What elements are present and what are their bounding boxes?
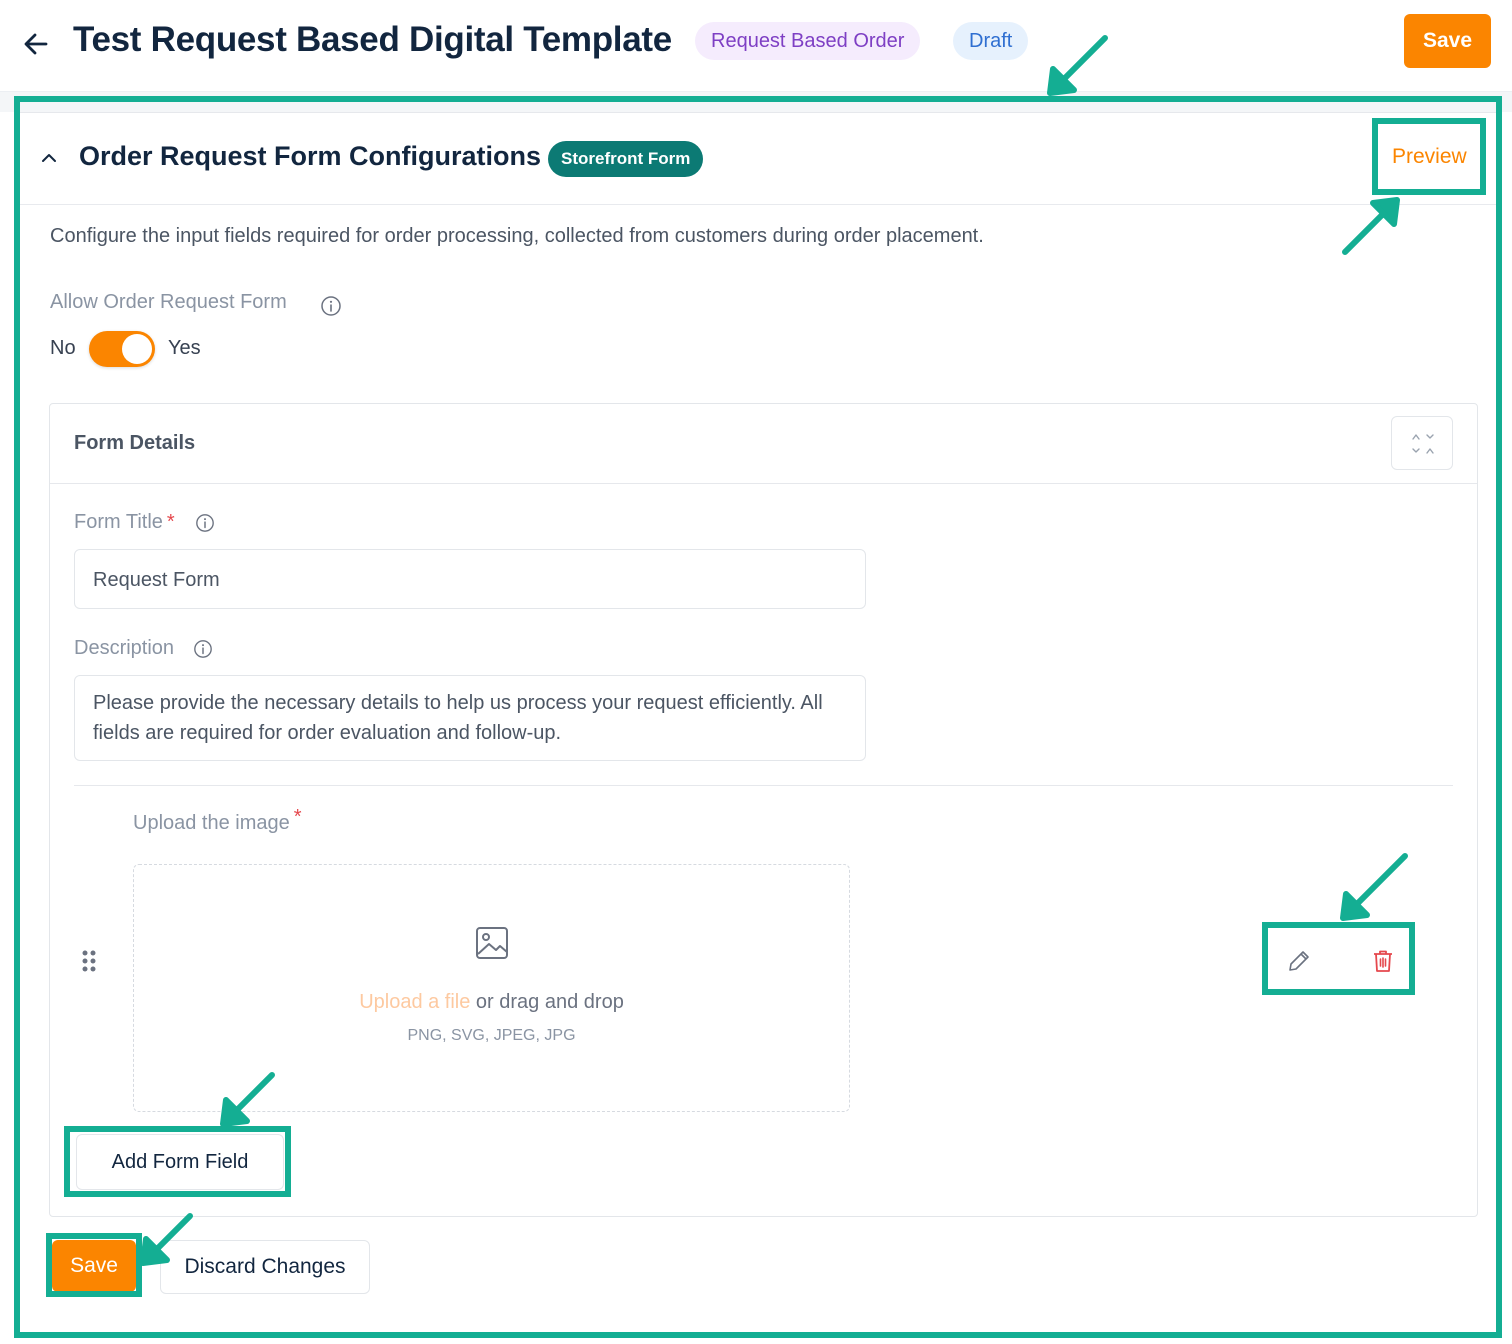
status-badge: Draft [953, 22, 1029, 60]
form-title-label-text: Form Title [74, 511, 163, 533]
preview-link[interactable]: Preview [1392, 145, 1467, 169]
drag-drop-text: or drag and drop [470, 991, 624, 1013]
expand-button[interactable] [1391, 416, 1453, 470]
upload-file-link[interactable]: Upload a file [359, 991, 470, 1013]
upload-field-label-text: Upload the image [133, 812, 290, 834]
save-button[interactable]: Save [52, 1240, 136, 1292]
description-textarea[interactable]: Please provide the necessary details to … [74, 675, 866, 761]
page-title: Test Request Based Digital Template [73, 20, 672, 59]
drag-handle-icon[interactable] [80, 949, 98, 977]
allowed-file-types: PNG, SVG, JPEG, JPG [407, 1027, 576, 1044]
toggle-on-label: Yes [168, 337, 201, 359]
allow-order-request-label: Allow Order Request Form [50, 291, 287, 314]
required-marker: * [293, 806, 302, 828]
trash-icon [1374, 950, 1392, 972]
edit-field-button[interactable] [1284, 947, 1314, 977]
toggle-knob [122, 334, 152, 364]
arrow-left-icon[interactable] [20, 28, 52, 60]
pencil-icon [1289, 950, 1309, 971]
required-marker: * [166, 511, 175, 533]
allow-order-request-toggle[interactable] [89, 331, 155, 367]
image-icon [476, 927, 508, 959]
expand-icon [1412, 434, 1434, 454]
save-button-top[interactable]: Save [1404, 14, 1491, 68]
top-bar: Test Request Based Digital Template Requ… [0, 0, 1512, 92]
order-request-form-card: Order Request Form Configurations Storef… [20, 112, 1496, 1332]
info-icon[interactable] [195, 513, 215, 533]
upload-instructions: Upload a file or drag and drop [134, 991, 849, 1014]
info-icon[interactable] [320, 295, 342, 317]
order-type-badge: Request Based Order [695, 22, 921, 60]
form-details-panel: Form Details Form Title * Request Form De… [49, 403, 1478, 1217]
delete-field-button[interactable] [1368, 947, 1398, 977]
section-description: Configure the input fields required for … [50, 225, 984, 247]
upload-field-label: Upload the image * [133, 806, 302, 835]
description-label: Description [74, 637, 174, 660]
form-title-label: Form Title * [74, 511, 175, 534]
chevron-up-icon[interactable] [40, 149, 58, 167]
header-separator [0, 92, 1512, 112]
storefront-form-badge: Storefront Form [548, 141, 704, 177]
toggle-off-label: No [50, 337, 76, 359]
card-header: Order Request Form Configurations Storef… [20, 113, 1496, 205]
add-form-field-button[interactable]: Add Form Field [76, 1134, 284, 1190]
info-icon[interactable] [193, 639, 213, 659]
section-title: Order Request Form Configurations [79, 141, 542, 171]
form-details-header: Form Details [50, 404, 1477, 484]
form-details-title: Form Details [74, 432, 196, 454]
upload-dropzone[interactable]: Upload a file or drag and drop PNG, SVG,… [133, 864, 850, 1112]
discard-changes-button[interactable]: Discard Changes [160, 1240, 370, 1294]
allow-order-request-text: Allow Order Request Form [50, 291, 287, 313]
description-label-text: Description [74, 637, 175, 659]
divider [74, 785, 1453, 786]
form-title-input[interactable]: Request Form [74, 549, 866, 609]
